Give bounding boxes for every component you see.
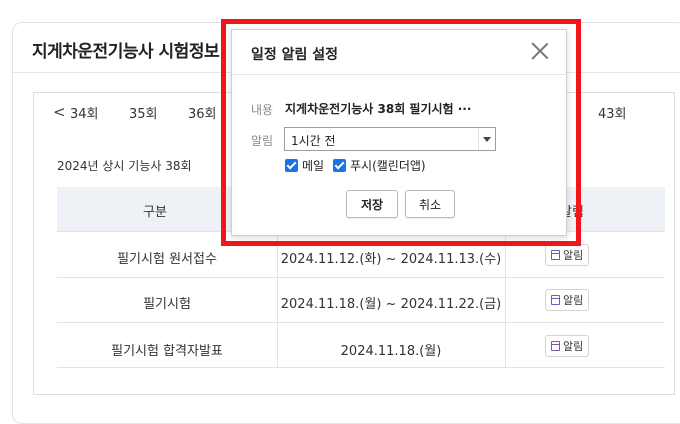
session-label: 2024년 상시 기능사 38회 <box>57 159 192 173</box>
calendar-icon <box>551 341 560 351</box>
row-divider <box>57 367 665 368</box>
row-3-alarm-button[interactable]: 알림 <box>545 335 590 357</box>
calendar-icon <box>551 250 560 260</box>
checkbox-checked-icon <box>333 159 346 172</box>
card-title: 지게차운전기능사 시험정보 <box>32 42 220 62</box>
row-3-name: 필기시험 합격자발표 <box>111 344 223 359</box>
checkbox-checked-icon <box>285 159 298 172</box>
alarm-label: 알림 <box>563 249 584 262</box>
round-tab-43[interactable]: 43회 <box>598 103 627 122</box>
alarm-label: 알림 <box>563 294 584 307</box>
save-button[interactable]: 저장 <box>346 190 398 218</box>
row-2-alarm-button[interactable]: 알림 <box>545 289 590 311</box>
row-divider <box>57 322 665 323</box>
round-tab-35[interactable]: 35회 <box>129 103 158 122</box>
close-icon[interactable] <box>531 42 549 60</box>
push-option-label: 푸시(캘린더앱) <box>350 159 426 173</box>
push-checkbox[interactable]: 푸시(캘린더앱) <box>333 157 426 174</box>
row-2-period: 2024.11.18.(월) ~ 2024.11.22.(금) <box>280 297 502 312</box>
row-1-period: 2024.11.12.(화) ~ 2024.11.13.(수) <box>280 252 502 267</box>
dialog-title: 일정 알림 설정 <box>251 47 339 63</box>
alarm-time-value: 1시간 전 <box>291 134 336 148</box>
content-label: 내용 <box>251 103 274 117</box>
alarm-time-select[interactable]: 1시간 전 <box>284 127 496 151</box>
row-2-name: 필기시험 <box>143 297 191 312</box>
row-3-period: 2024.11.18.(월) <box>340 344 442 359</box>
calendar-icon <box>551 295 560 305</box>
email-checkbox[interactable]: 메일 <box>285 157 324 174</box>
chevron-down-icon <box>478 128 495 150</box>
dialog-divider <box>232 74 566 75</box>
row-1-alarm-button[interactable]: 알림 <box>545 244 590 266</box>
round-tab-36[interactable]: 36회 <box>188 103 217 122</box>
alarm-label: 알림 <box>563 340 584 353</box>
round-tab-34[interactable]: 34회 <box>70 103 99 122</box>
row-divider <box>57 277 665 278</box>
alarm-label: 알림 <box>251 134 274 148</box>
content-value: 지게차운전기능사 38회 필기시험 ··· <box>285 102 472 116</box>
row-1-name: 필기시험 원서접수 <box>117 252 217 267</box>
cancel-button[interactable]: 취소 <box>405 190 455 218</box>
email-option-label: 메일 <box>302 159 325 173</box>
header-category: 구분 <box>143 205 167 220</box>
prev-round-arrow-icon[interactable]: < <box>53 103 66 121</box>
